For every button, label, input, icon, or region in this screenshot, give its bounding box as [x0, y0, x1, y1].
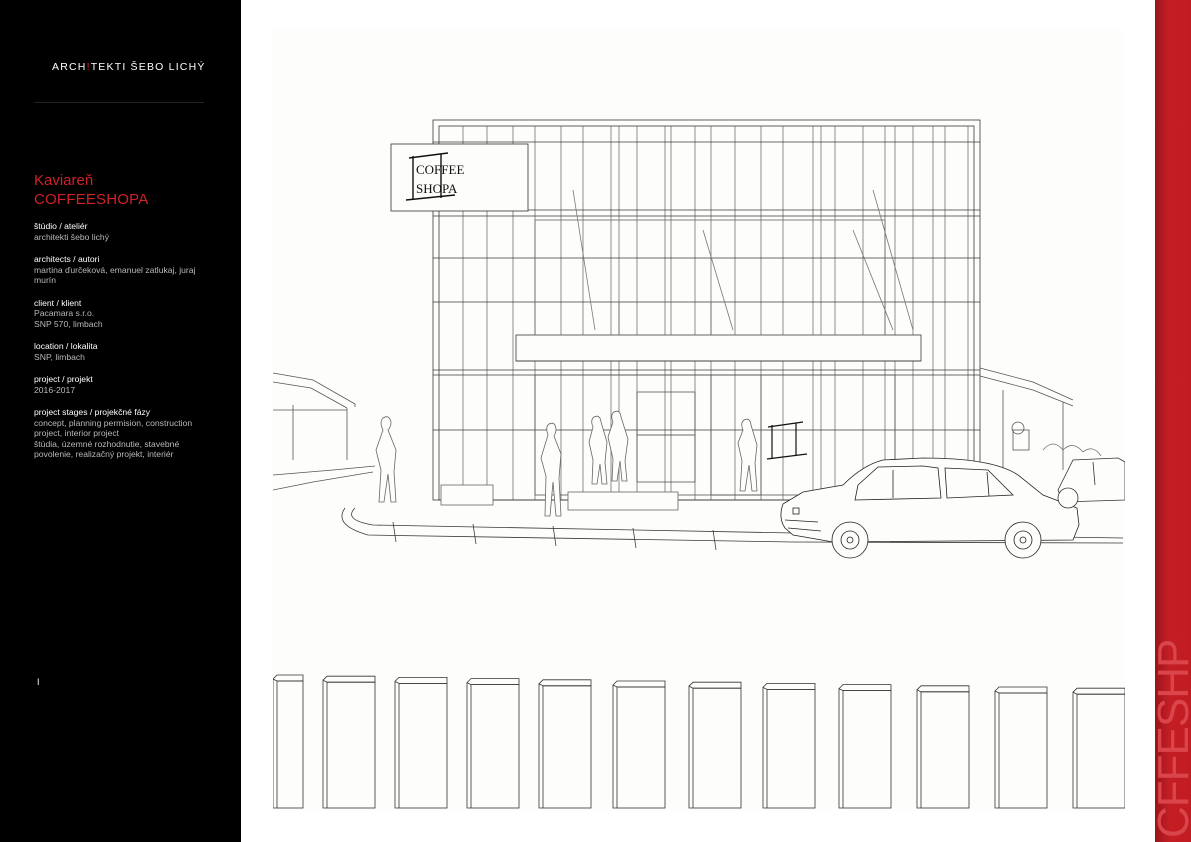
info-value: architekti šebo lichý	[34, 231, 109, 242]
info-label: client / klient	[34, 297, 82, 308]
info-client: client / klient Pacamara s.r.o. SNP 570,…	[34, 298, 206, 330]
vintage-car	[780, 457, 1080, 559]
sign-line-1: COFFEE	[416, 162, 464, 177]
info-project-years: project / projekt 2016-2017	[34, 374, 206, 395]
window-sign	[766, 421, 808, 460]
info-location: location / lokalita SNP, limbach	[34, 341, 206, 362]
info-value: martina ďurčeková, emanuel zatlukaj, jur…	[34, 264, 196, 286]
left-house	[273, 372, 376, 491]
colonnade-pillar	[612, 680, 666, 809]
project-title-line1: Kaviareň	[34, 172, 94, 189]
colonnade-pillar	[538, 679, 592, 809]
info-project-stages: project stages / projekčné fázy concept,…	[34, 407, 206, 460]
info-studio: štúdio / ateliér architekti šebo lichý	[34, 221, 206, 242]
sidebar: ARCH!TEKTI ŠEBO LICHÝ Kaviareň COFFEESHO…	[0, 0, 241, 842]
sign-line-2: SHOPA	[416, 181, 458, 196]
project-title: Kaviareň COFFEESHOPA	[34, 171, 148, 209]
info-value: concept, planning permision, constructio…	[34, 417, 193, 460]
sidebar-divider	[34, 102, 204, 103]
elevation-svg: COFFEE SHOPA	[273, 119, 1125, 809]
second-car	[1057, 457, 1125, 509]
side-label-strip: CFFESHP	[1155, 0, 1191, 842]
info-label: project / projekt	[34, 374, 93, 384]
logo-text-part1: ARCH	[52, 61, 87, 73]
info-label: project stages / projekčné fázy	[34, 407, 151, 417]
colonnade-pillar	[838, 684, 892, 809]
colonnade-pillar	[762, 683, 816, 809]
colonnade-pillar	[322, 675, 376, 809]
architectural-elevation-drawing: COFFEE SHOPA	[273, 30, 1125, 810]
vertical-side-label: CFFESHP	[1155, 639, 1191, 838]
info-label: štúdio / ateliér	[34, 221, 88, 231]
logo-text-part2: TEKTI ŠEBO LICHÝ	[90, 61, 206, 73]
colonnade-pillar	[273, 674, 304, 809]
project-info: štúdio / ateliér architekti šebo lichý a…	[34, 221, 206, 472]
right-building	[979, 367, 1102, 470]
colonnade-pillar	[688, 681, 742, 809]
page-number: I	[37, 677, 40, 687]
info-architects: architects / autori martina ďurčeková, e…	[34, 254, 206, 286]
colonnade	[273, 674, 1125, 809]
colonnade-pillar	[466, 678, 520, 809]
info-value: Pacamara s.r.o. SNP 570, limbach	[34, 308, 103, 329]
colonnade-pillar	[994, 686, 1048, 809]
info-value: SNP, limbach	[34, 351, 85, 362]
studio-logo[interactable]: ARCH!TEKTI ŠEBO LICHÝ	[52, 61, 206, 73]
colonnade-pillar	[394, 677, 448, 809]
colonnade-pillar	[916, 685, 970, 809]
info-value: 2016-2017	[34, 384, 76, 395]
colonnade-pillar	[1072, 687, 1125, 809]
info-label: location / lokalita	[34, 341, 98, 351]
project-title-line2: COFFEESHOPA	[34, 191, 149, 208]
info-label: architects / autori	[34, 254, 100, 264]
coffeeshop-sign: COFFEE SHOPA	[390, 143, 529, 212]
